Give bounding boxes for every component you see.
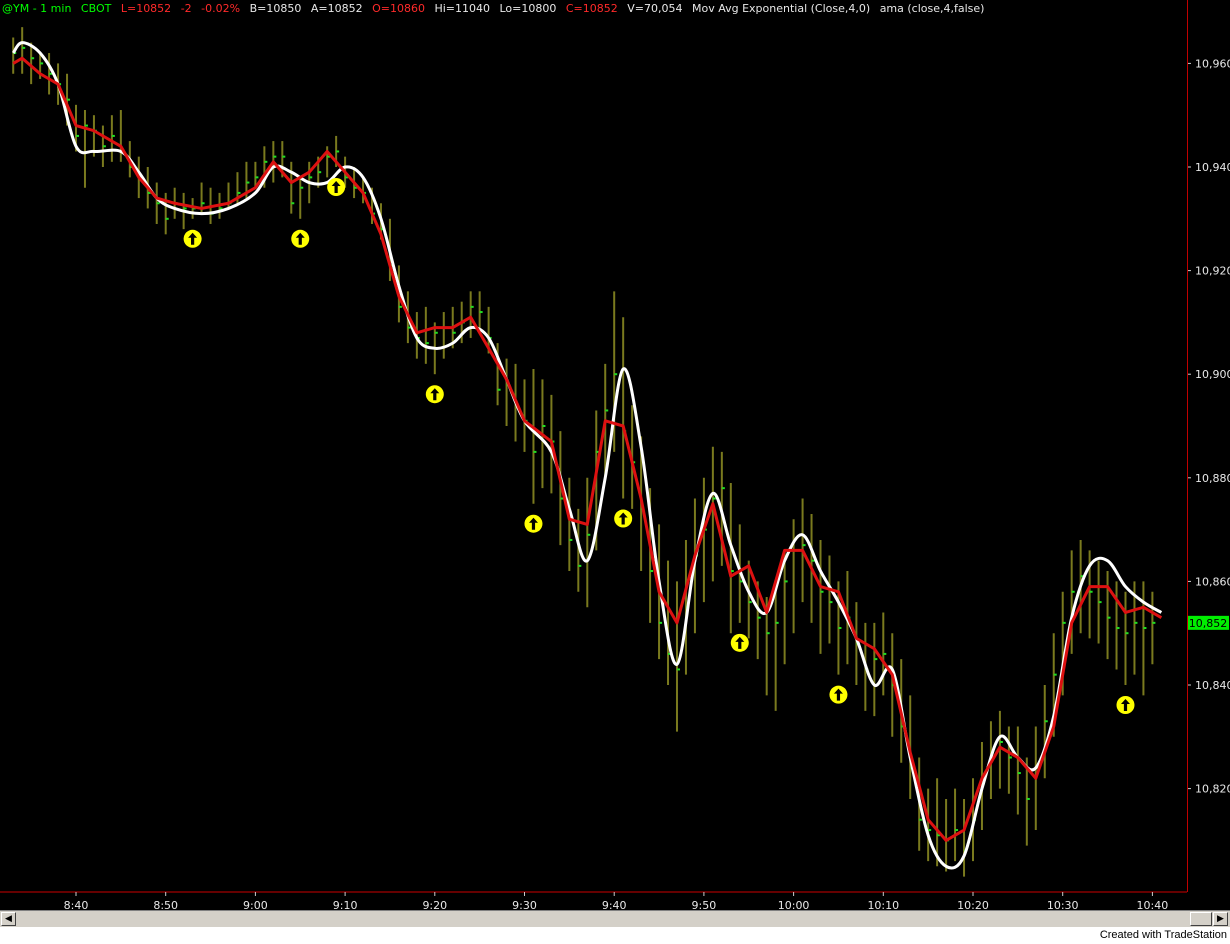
last-price-value: L=10852 bbox=[120, 2, 172, 15]
horizontal-scrollbar[interactable]: ◀ ▶ bbox=[0, 910, 1230, 927]
net-change-value: -2 bbox=[180, 2, 192, 15]
ama-line bbox=[11, 41, 1163, 870]
scroll-thumb[interactable] bbox=[1190, 912, 1212, 926]
indicator-ema-label: Mov Avg Exponential (Close,4,0) bbox=[692, 2, 871, 15]
price-chart[interactable]: 10,820 10,840 10,860 10,880 10,900 10,920 10,9… bbox=[0, 0, 1230, 910]
price-tick-label: 10,920 bbox=[1195, 265, 1230, 278]
symbol-label: @YM - 1 min bbox=[2, 2, 72, 15]
exchange-label: CBOT bbox=[80, 2, 112, 15]
ask-value: A=10852 bbox=[310, 2, 363, 15]
chart-window[interactable]: 10,820 10,840 10,860 10,880 10,900 10,920 10,9… bbox=[0, 0, 1230, 910]
low-value: Lo=10800 bbox=[499, 2, 557, 15]
price-tick-label: 10,860 bbox=[1195, 575, 1230, 588]
time-tick-label: 9:30 bbox=[512, 899, 537, 910]
close-value: C=10852 bbox=[565, 2, 618, 15]
time-tick-label: 10:00 bbox=[778, 899, 810, 910]
time-tick-label: 9:10 bbox=[333, 899, 358, 910]
time-tick-label: 10:20 bbox=[957, 899, 989, 910]
price-tick-label: 10,960 bbox=[1195, 57, 1230, 70]
open-value: O=10860 bbox=[372, 2, 425, 15]
volume-value: V=70,054 bbox=[627, 2, 683, 15]
price-tick-label: 10,900 bbox=[1195, 368, 1230, 381]
tradestation-credit: Created with TradeStation bbox=[1099, 929, 1227, 941]
price-axis-frame bbox=[1187, 0, 1188, 892]
price-tick-label: 10,820 bbox=[1195, 783, 1230, 796]
time-tick-label: 9:20 bbox=[422, 899, 447, 910]
ema-line bbox=[12, 56, 1163, 842]
time-tick-label: 9:50 bbox=[692, 899, 717, 910]
time-tick-label: 10:30 bbox=[1047, 899, 1079, 910]
time-tick-label: 8:40 bbox=[64, 899, 89, 910]
time-tick-label: 9:40 bbox=[602, 899, 627, 910]
price-tick-label: 10,840 bbox=[1195, 679, 1230, 692]
price-tick-label: 10,940 bbox=[1195, 161, 1230, 174]
time-tick-label: 10:10 bbox=[867, 899, 899, 910]
time-tick-label: 8:50 bbox=[153, 899, 178, 910]
time-tick-label: 10:40 bbox=[1137, 899, 1169, 910]
bid-value: B=10850 bbox=[249, 2, 302, 15]
status-bar: @YM - 1 min CBOT L=10852 -2 -0.02% B=108… bbox=[2, 1, 990, 17]
indicator-ama-label: ama (close,4,false) bbox=[879, 2, 985, 15]
price-tick-label: 10,880 bbox=[1195, 472, 1230, 485]
time-tick-label: 9:00 bbox=[243, 899, 268, 910]
last-price-tag-label: 10,852 bbox=[1189, 617, 1228, 630]
pct-change-value: -0.02% bbox=[201, 2, 241, 15]
high-value: Hi=11040 bbox=[434, 2, 490, 15]
scroll-left-button[interactable]: ◀ bbox=[1, 912, 16, 926]
scroll-right-button[interactable]: ▶ bbox=[1213, 912, 1228, 926]
